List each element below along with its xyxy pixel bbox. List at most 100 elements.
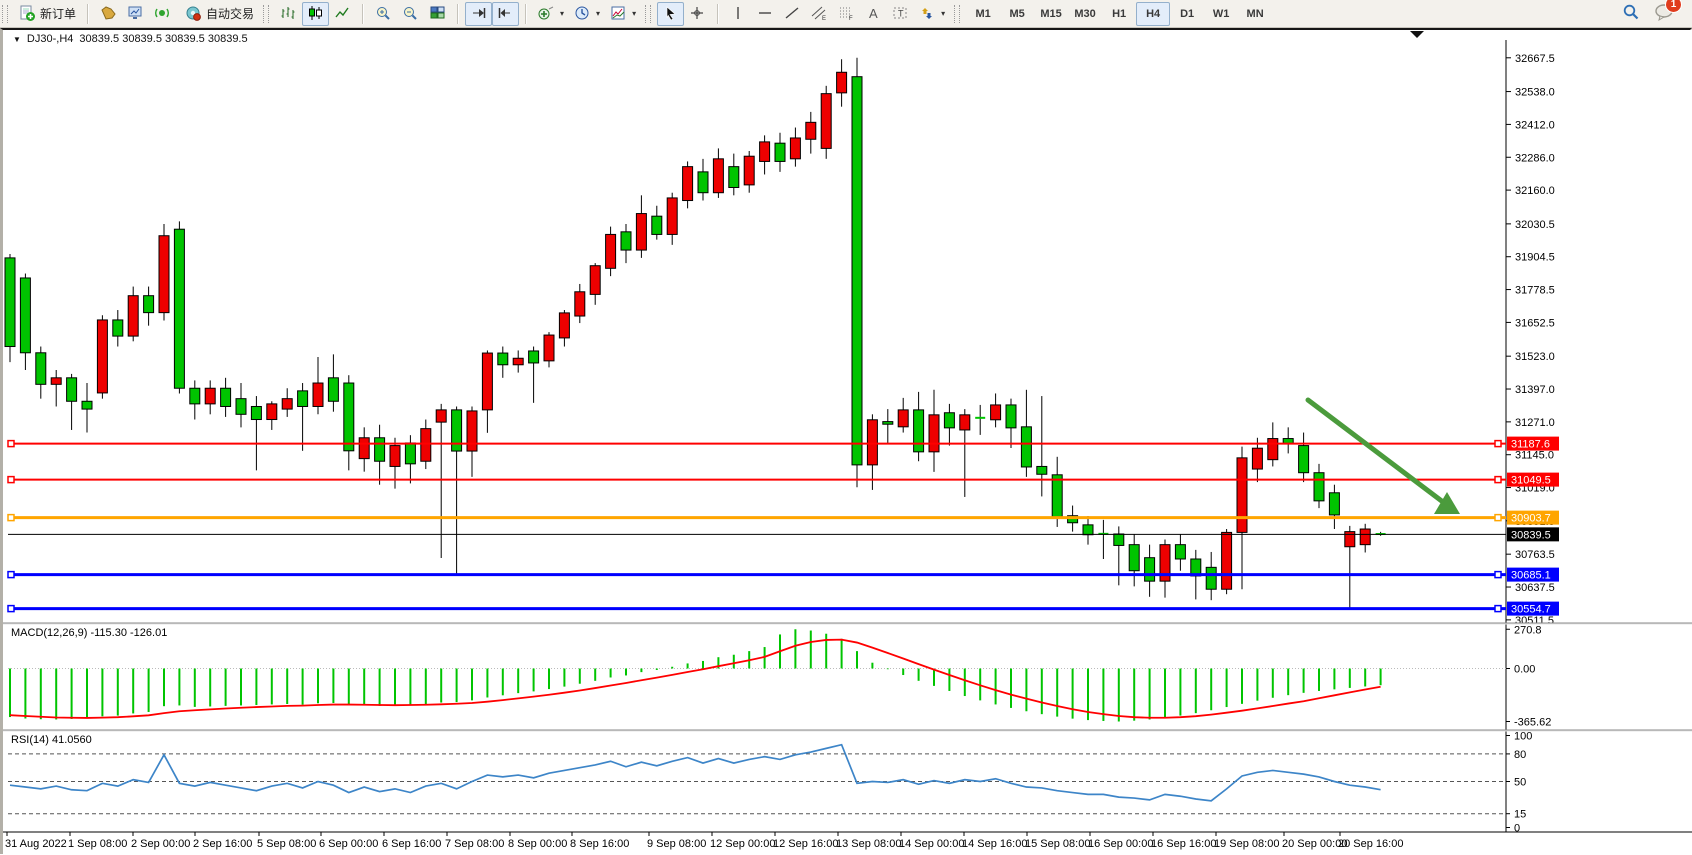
tf-m1-button[interactable]: M1 xyxy=(966,2,1000,26)
trendline-button[interactable] xyxy=(779,2,806,26)
bars-icon xyxy=(280,5,297,22)
chat-button[interactable]: 1 xyxy=(1654,3,1674,24)
line-chart-button[interactable] xyxy=(329,2,356,26)
svg-text:100: 100 xyxy=(1514,731,1532,743)
svg-text:12 Sep 00:00: 12 Sep 00:00 xyxy=(710,838,775,850)
toolbar-group xyxy=(368,0,453,27)
macd-label: MACD(12,26,9) -115.30 -126.01 xyxy=(11,627,167,639)
svg-text:6 Sep 00:00: 6 Sep 00:00 xyxy=(319,838,378,850)
auto-scroll-button[interactable] xyxy=(465,2,492,26)
chart-titlebar: ▼ DJ30-,H4 30839.5 30839.5 30839.5 30839… xyxy=(13,33,248,45)
svg-text:F: F xyxy=(849,16,853,22)
crosshair-icon xyxy=(689,5,706,22)
svg-text:0.00: 0.00 xyxy=(1514,664,1535,676)
tile-icon xyxy=(429,5,446,22)
one-click-trading-toggle[interactable]: ▼ xyxy=(13,35,21,44)
market-watch-button[interactable] xyxy=(122,2,149,26)
arrows-button[interactable]: ▾ xyxy=(914,2,950,26)
autotrading-button[interactable]: 自动交易 xyxy=(180,2,259,26)
indicators-icon xyxy=(538,5,555,22)
bar-chart-button[interactable] xyxy=(275,2,302,26)
chart-shift-button[interactable] xyxy=(492,2,519,26)
svg-text:30763.5: 30763.5 xyxy=(1515,549,1555,561)
templates-button[interactable]: ▾ xyxy=(605,2,641,26)
svg-text:31145.0: 31145.0 xyxy=(1515,450,1554,462)
tf-h1-button[interactable]: H1 xyxy=(1102,2,1136,26)
zoom-in-button[interactable] xyxy=(370,2,397,26)
svg-text:13 Sep 08:00: 13 Sep 08:00 xyxy=(836,838,901,850)
tile-windows-button[interactable] xyxy=(424,2,451,26)
candlestick-chart-button[interactable] xyxy=(302,2,329,26)
svg-text:16 Sep 16:00: 16 Sep 16:00 xyxy=(1151,838,1216,850)
candles-icon xyxy=(307,5,324,22)
button-label: 新订单 xyxy=(40,5,76,22)
data-window-button[interactable] xyxy=(149,2,176,26)
neworder-icon xyxy=(19,5,36,22)
text-label-button[interactable]: T xyxy=(887,2,914,26)
search-icon xyxy=(1622,10,1640,24)
dropdown-caret-icon: ▾ xyxy=(560,9,564,18)
svg-text:32538.0: 32538.0 xyxy=(1515,87,1555,99)
svg-text:19 Sep 08:00: 19 Sep 08:00 xyxy=(1214,838,1279,850)
svg-text:0: 0 xyxy=(1514,823,1520,835)
profiles-button[interactable] xyxy=(95,2,122,26)
indicators-button[interactable]: ▾ xyxy=(533,2,569,26)
chart-window: ▼ DJ30-,H4 30839.5 30839.5 30839.5 30839… xyxy=(0,28,1692,854)
rsi-label: RSI(14) 41.0560 xyxy=(11,734,92,746)
arrows-icon xyxy=(919,5,936,22)
tf-h4-button[interactable]: H4 xyxy=(1136,2,1170,26)
tf-mn-button[interactable]: MN xyxy=(1238,2,1272,26)
horizontal-line-button[interactable] xyxy=(752,2,779,26)
svg-text:2 Sep 16:00: 2 Sep 16:00 xyxy=(193,838,252,850)
svg-text:32412.0: 32412.0 xyxy=(1515,119,1555,131)
timeframe-label: M1 xyxy=(975,8,990,20)
profiles-icon xyxy=(100,5,117,22)
svg-text:32667.5: 32667.5 xyxy=(1515,53,1555,65)
candlestick-chart-canvas[interactable]: 32667.532538.032412.032286.032160.032030… xyxy=(3,30,1692,855)
toolbar-group: ▾ ▾ ▾ xyxy=(531,0,643,27)
svg-text:8 Sep 00:00: 8 Sep 00:00 xyxy=(508,838,567,850)
svg-text:E: E xyxy=(822,16,826,22)
toolbar-drag-handle xyxy=(2,5,8,23)
tf-m5-button[interactable]: M5 xyxy=(1000,2,1034,26)
dropdown-caret-icon: ▾ xyxy=(941,9,945,18)
channel-button[interactable]: E xyxy=(806,2,833,26)
svg-text:14 Sep 16:00: 14 Sep 16:00 xyxy=(962,838,1027,850)
dropdown-caret-icon: ▾ xyxy=(632,9,636,18)
vertical-line-button[interactable] xyxy=(725,2,752,26)
search-button[interactable] xyxy=(1622,3,1640,24)
svg-text:2 Sep 00:00: 2 Sep 00:00 xyxy=(131,838,190,850)
tf-d1-button[interactable]: D1 xyxy=(1170,2,1204,26)
toolbar-group xyxy=(273,0,358,27)
svg-text:31904.5: 31904.5 xyxy=(1515,252,1555,264)
fibonacci-button[interactable]: F xyxy=(833,2,860,26)
labelT-icon: T xyxy=(892,5,909,22)
timeframe-label: M15 xyxy=(1040,8,1061,20)
chart-title-symbol: DJ30-,H4 xyxy=(27,33,73,45)
textA-icon: A xyxy=(865,5,882,22)
periods-button[interactable]: ▾ xyxy=(569,2,605,26)
zoom-out-button[interactable] xyxy=(397,2,424,26)
svg-text:31187.6: 31187.6 xyxy=(1511,439,1550,451)
text-button[interactable]: A xyxy=(860,2,887,26)
cursor-button[interactable] xyxy=(657,2,684,26)
trendline-icon xyxy=(784,5,801,22)
tf-m30-button[interactable]: M30 xyxy=(1068,2,1102,26)
svg-text:15 Sep 08:00: 15 Sep 08:00 xyxy=(1025,838,1090,850)
tf-w1-button[interactable]: W1 xyxy=(1204,2,1238,26)
crosshair-button[interactable] xyxy=(684,2,711,26)
svg-text:15: 15 xyxy=(1514,809,1526,821)
new-order-button[interactable]: 新订单 xyxy=(14,2,81,26)
svg-text:31 Aug 2022: 31 Aug 2022 xyxy=(5,838,67,850)
toolbar-separator xyxy=(457,4,459,24)
svg-text:7 Sep 08:00: 7 Sep 08:00 xyxy=(445,838,504,850)
svg-text:30685.1: 30685.1 xyxy=(1511,570,1551,582)
toolbar-group: E F AT ▾ xyxy=(723,0,952,27)
chart-title-quotes: 30839.5 30839.5 30839.5 30839.5 xyxy=(79,33,247,45)
svg-text:31049.5: 31049.5 xyxy=(1511,475,1551,487)
svg-text:30839.5: 30839.5 xyxy=(1511,529,1551,541)
tf-m15-button[interactable]: M15 xyxy=(1034,2,1068,26)
toolbar-separator xyxy=(525,4,527,24)
dropdown-caret-icon: ▾ xyxy=(596,9,600,18)
svg-text:31523.0: 31523.0 xyxy=(1515,351,1555,363)
